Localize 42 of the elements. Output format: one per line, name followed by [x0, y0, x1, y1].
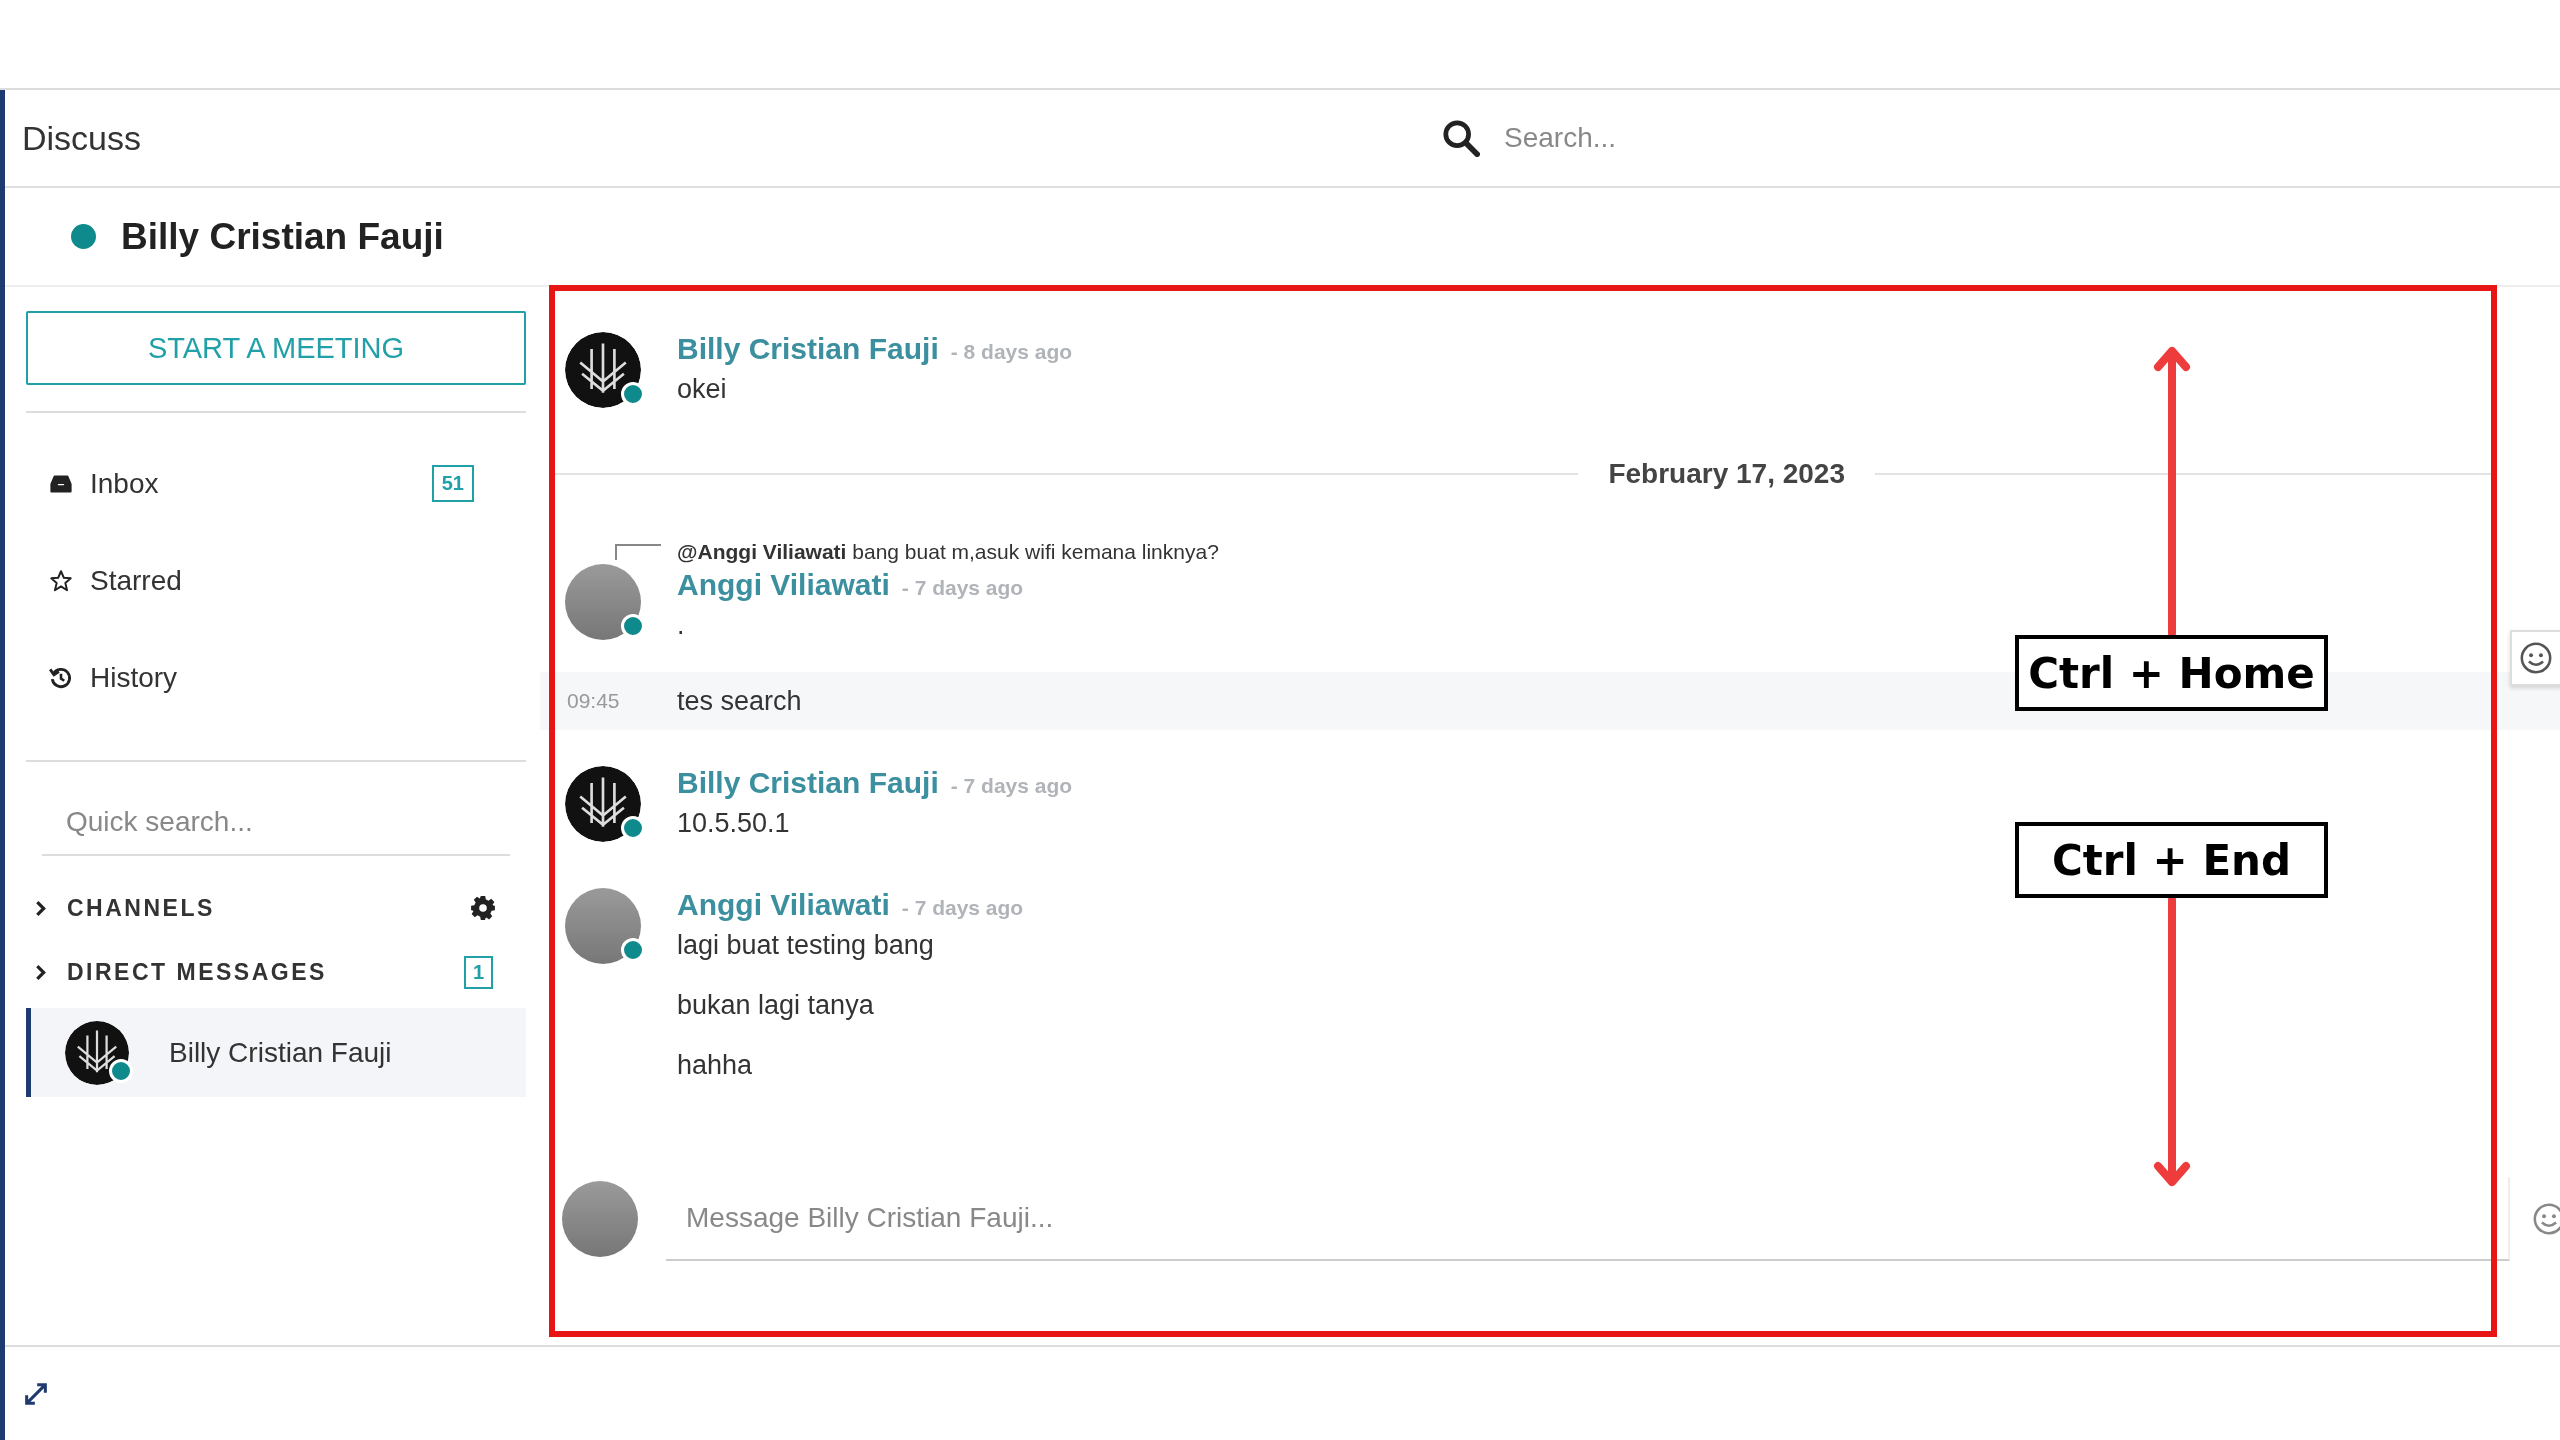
message-time: 09:45 — [566, 689, 621, 713]
message-text: . — [677, 609, 686, 642]
mailbox-item[interactable]: History — [26, 629, 526, 726]
chevron-right-icon[interactable] — [34, 963, 47, 981]
message-time: - 7 days ago — [901, 576, 1024, 600]
logo-avatar — [65, 1020, 129, 1085]
counter-badge: 1 — [463, 955, 493, 989]
message-text: hahha — [677, 1049, 754, 1082]
category-title[interactable]: CHANNELS — [67, 894, 470, 922]
shortcut-label: Ctrl + End — [2015, 822, 2328, 898]
mailbox-item[interactable]: Inbox 51 — [26, 435, 526, 532]
author-name[interactable]: Anggi Viliawati — [677, 568, 890, 602]
message-time: - 7 days ago — [950, 774, 1073, 798]
quoted-reply: @Anggi Viliawati bang buat m,asuk wifi kemana linknya? — [677, 540, 1219, 564]
emoji-button[interactable] — [2510, 630, 2560, 686]
date-separator: February 17, 2023 — [1608, 458, 1845, 490]
message-text: okei — [677, 373, 728, 406]
message-time: - 8 days ago — [950, 340, 1073, 364]
search-icon[interactable] — [1442, 119, 1480, 157]
thread-title: Billy Cristian Fauji — [121, 215, 444, 258]
category-title[interactable]: DIRECT MESSAGES — [67, 958, 464, 986]
smiley-icon — [2519, 641, 2553, 675]
author-name[interactable]: Billy Cristian Fauji — [677, 332, 939, 366]
author-name[interactable]: Billy Cristian Fauji — [677, 766, 939, 800]
author-name[interactable]: Anggi Viliawati — [677, 888, 890, 922]
message-text: tes search — [677, 685, 802, 717]
reply-connector-line — [615, 544, 661, 560]
smiley-icon[interactable] — [2532, 1202, 2560, 1236]
search-field[interactable]: Search... — [1502, 121, 2006, 155]
message-text: 10.5.50.1 — [677, 807, 791, 840]
star-icon — [48, 567, 74, 594]
message-text: lagi buat testing bang — [677, 929, 935, 962]
message-input-field[interactable]: Message Billy Cristian Fauji... — [666, 1177, 2510, 1261]
settings-icon[interactable] — [470, 895, 496, 921]
mailbox-item[interactable]: Starred — [26, 532, 526, 629]
message-time: - 7 days ago — [901, 896, 1024, 920]
chevron-right-icon[interactable] — [34, 899, 47, 917]
app-title: Discuss — [22, 118, 143, 158]
message-text: bukan lagi tanya — [677, 989, 875, 1022]
direct-message-item[interactable]: Billy Cristian Fauji — [26, 1008, 526, 1097]
counter-badge: 51 — [431, 465, 474, 502]
shortcut-label: Ctrl + Home — [2015, 635, 2328, 711]
